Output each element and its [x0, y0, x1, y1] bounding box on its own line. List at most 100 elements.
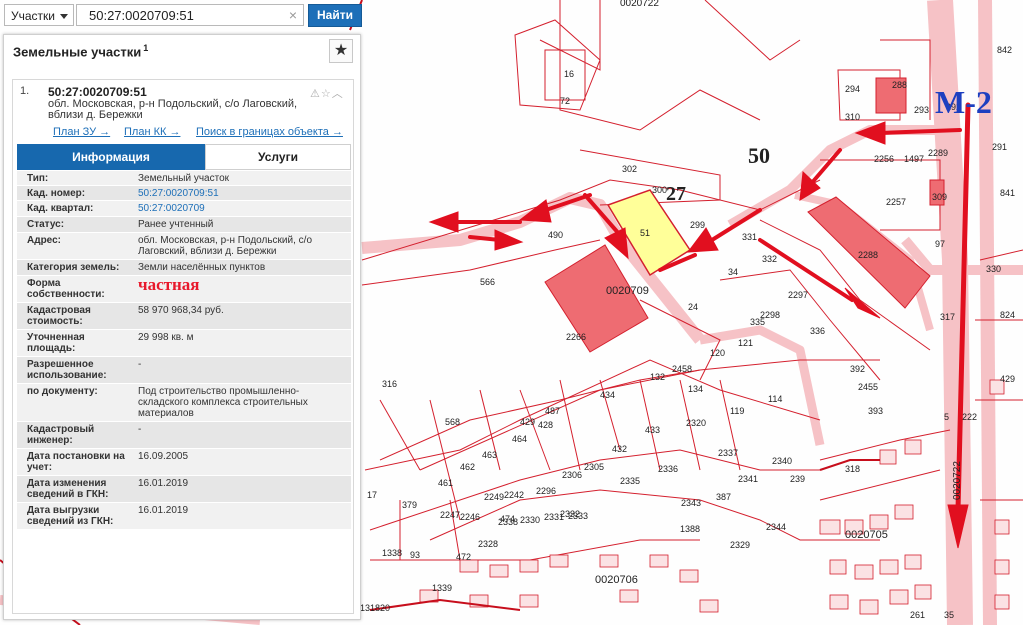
result-actions: ⚠☆︿ — [310, 85, 344, 101]
parcel-number-label: 72 — [560, 96, 570, 106]
parcel-number-label: 2341 — [738, 474, 758, 484]
parcel-number-label: 316 — [382, 379, 397, 389]
parcel-number-label: 300 — [652, 185, 667, 195]
info-value-link[interactable]: 50:27:0020709:51 — [138, 188, 348, 199]
info-value: 16.01.2019 — [138, 505, 189, 516]
warning-icon[interactable]: ⚠ — [310, 88, 321, 100]
parcel-number-label: 222 — [962, 412, 977, 422]
info-label: Дата постановки на учет: — [27, 451, 125, 473]
road-label: М-2 — [935, 84, 992, 120]
parcel-number-label: 2246 — [460, 512, 480, 522]
parcel-number-label: 2289 — [928, 148, 948, 158]
parcel-number-label: 2247 — [440, 510, 460, 520]
parcel-number-label: 434 — [600, 390, 615, 400]
star-icon: ★ — [333, 42, 349, 59]
quarter-label: 0020709 — [606, 285, 649, 297]
object-type-select[interactable]: Участки — [4, 4, 74, 26]
parcel-number-label: 239 — [790, 474, 805, 484]
parcel-number-label: 432 — [612, 444, 627, 454]
parcel-number-label: 379 — [402, 500, 417, 510]
parcel-number-label: 51 — [640, 228, 650, 238]
search-input[interactable] — [89, 6, 285, 24]
parcel-number-label: 490 — [548, 230, 563, 240]
parcel-number-label: 309 — [932, 192, 947, 202]
star-outline-icon[interactable]: ☆ — [321, 88, 332, 100]
parcel-number-label: 93 — [410, 550, 420, 560]
parcel-number-label: 2458 — [672, 364, 692, 374]
parcel-number-label: 2331 — [544, 512, 564, 522]
parcel-number-label: 2336 — [658, 464, 678, 474]
parcel-number-label: 2335 — [620, 476, 640, 486]
quarter-label: 0020705 — [845, 529, 888, 541]
parcel-number-label: 121 — [738, 338, 753, 348]
info-row: Дата постановки на учет: 16.09.2005 — [17, 449, 351, 476]
parcel-number-label: 462 — [460, 462, 475, 472]
info-label: Дата выгрузки сведений из ГКН: — [27, 505, 114, 527]
collapse-icon[interactable]: ︿ — [332, 88, 344, 100]
search-within-link[interactable]: Поиск в границах объекта → — [196, 126, 343, 138]
parcel-number-label: 336 — [810, 326, 825, 336]
parcel-number-label: 2343 — [681, 498, 701, 508]
parcel-number-label: 487 — [545, 406, 560, 416]
info-value: - — [138, 424, 142, 435]
parcel-number-label: 2296 — [536, 486, 556, 496]
parcel-number-label: 2288 — [858, 250, 878, 260]
parcel-number-label: 34 — [728, 267, 738, 277]
info-label: Кад. квартал: — [27, 203, 94, 214]
info-label: Дата изменения сведений в ГКН: — [27, 478, 109, 500]
parcel-number-label: 429 — [1000, 374, 1015, 384]
quarter-label: 0020722 — [620, 0, 659, 9]
plan-zu-link[interactable]: План ЗУ → — [53, 126, 110, 138]
parcel-number-label: 2340 — [772, 456, 792, 466]
info-label: Статус: — [27, 219, 65, 230]
info-label: Разрешенное использование: — [27, 359, 107, 381]
info-label: Кадастровый инженер: — [27, 424, 95, 446]
info-label: Кадастровая стоимость: — [27, 305, 91, 327]
info-value: Земли населённых пунктов — [138, 262, 266, 273]
info-value: Под строительство промышленно-складского… — [138, 386, 308, 419]
info-row: Статус: Ранее учтенный — [17, 217, 351, 233]
parcel-number-label: 2337 — [718, 448, 738, 458]
private-ownership-note: частная — [138, 275, 200, 294]
info-label: Уточненная площадь: — [27, 332, 85, 354]
info-value: 16.09.2005 — [138, 451, 189, 462]
parcel-number-label: 2455 — [858, 382, 878, 392]
info-row: Адрес: обл. Московская, р-н Подольский, с… — [17, 233, 351, 260]
info-value: Ранее учтенный — [138, 219, 214, 230]
find-button[interactable]: Найти — [308, 4, 362, 27]
parcel-number-label: 429 — [520, 417, 535, 427]
parcel-number-label: 317 — [940, 312, 955, 322]
parcel-number-label: 261 — [910, 610, 925, 620]
parcel-number-label: 824 — [1000, 310, 1015, 320]
parcel-number-label: 35 — [944, 610, 954, 620]
favorite-button[interactable]: ★ — [329, 39, 353, 63]
tab-information[interactable]: Информация — [17, 144, 205, 170]
tab-services[interactable]: Услуги — [205, 144, 351, 170]
info-label: Категория земель: — [27, 262, 120, 273]
quarter-label: 0020722 — [952, 461, 963, 500]
parcel-number-label: 2297 — [788, 290, 808, 300]
info-value: - — [138, 359, 142, 370]
parcel-number-label: 2306 — [562, 470, 582, 480]
result-cadastral-id[interactable]: 50:27:0020709:51 — [48, 85, 147, 99]
parcel-number-label: 294 — [845, 84, 860, 94]
parcel-number-label: 1388 — [680, 524, 700, 534]
parcel-number-label: 393 — [868, 406, 883, 416]
parcel-number-label: 330 — [986, 264, 1001, 274]
plan-kk-link[interactable]: План КК → — [124, 126, 180, 138]
parcel-number-label: 131820 — [360, 603, 390, 613]
info-value-link[interactable]: 50:27:0020709 — [138, 203, 348, 214]
info-value: обл. Московская, р-н Подольский, с/о Лаг… — [138, 235, 312, 257]
parcel-number-label: 841 — [1000, 188, 1015, 198]
parcel-number-label: 428 — [538, 420, 553, 430]
parcel-number-label: 2344 — [766, 522, 786, 532]
parcel-number-label: 2338 — [498, 517, 518, 527]
parcel-number-label: 2266 — [566, 332, 586, 342]
parcel-number-label: 1497 — [904, 154, 924, 164]
clear-icon[interactable]: × — [289, 7, 297, 23]
parcel-number-label: 2298 — [760, 310, 780, 320]
parcel-number-label: 2333 — [568, 511, 588, 521]
info-row: Кадастровый инженер: - — [17, 422, 351, 449]
info-row: Кад. номер: 50:27:0020709:51 — [17, 186, 351, 201]
parcel-number-label: 568 — [445, 417, 460, 427]
